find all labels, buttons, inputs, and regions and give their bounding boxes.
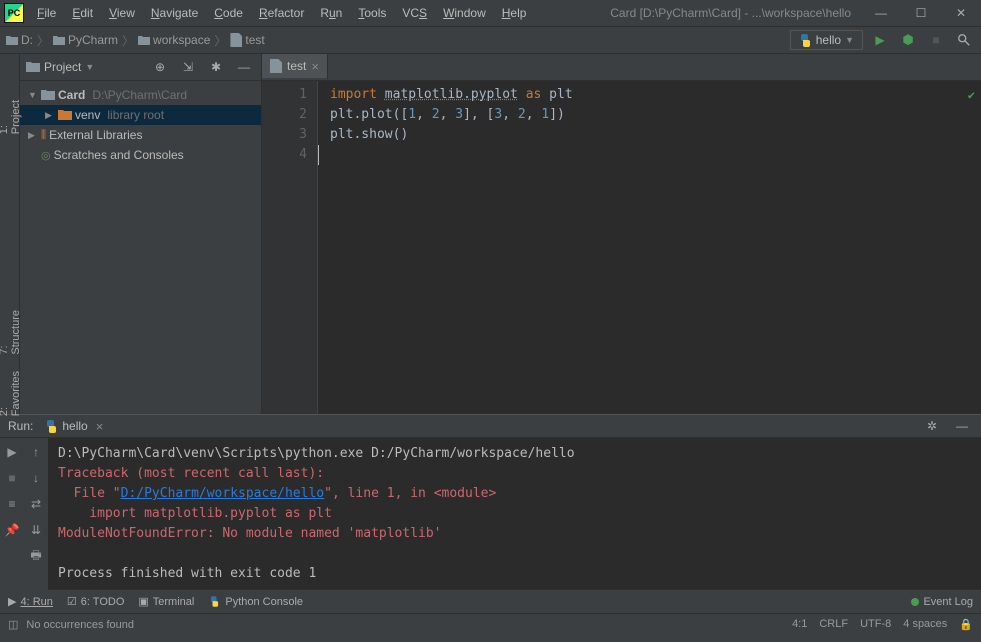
breadcrumb-item[interactable]: PyCharm: [53, 33, 118, 47]
left-tool-gutter: 1: Project 7: Structure 2: Favorites: [0, 54, 20, 414]
debug-button[interactable]: ⬢: [897, 29, 919, 51]
pin-button[interactable]: 📌: [2, 520, 22, 540]
console-output[interactable]: D:\PyCharm\Card\venv\Scripts\python.exe …: [48, 438, 981, 590]
gutter-tab-project[interactable]: 1: Project: [0, 94, 24, 140]
run-button[interactable]: ▶: [869, 29, 891, 51]
up-button[interactable]: ↑: [26, 442, 46, 462]
tool-todo[interactable]: ☑ 6: TODO: [67, 595, 124, 608]
run-header: Run: hello × ✲ —: [0, 415, 981, 438]
file-icon: [230, 33, 242, 47]
line-gutter: 1 2 3 4: [262, 81, 318, 414]
tree-venv[interactable]: ▶ venv library root: [20, 105, 261, 125]
menu-vcs[interactable]: VCS: [395, 2, 434, 24]
breadcrumb-item[interactable]: D:: [6, 33, 33, 47]
text-cursor: [318, 145, 319, 165]
python-icon: [210, 596, 220, 606]
menu-tools[interactable]: Tools: [351, 2, 393, 24]
settings-icon[interactable]: ✱: [205, 56, 227, 78]
layout-button[interactable]: ≡: [2, 494, 22, 514]
editor-tabs: test ×: [262, 54, 981, 81]
menu-bar: File Edit View Navigate Code Refactor Ru…: [30, 2, 600, 24]
library-icon: ⫼: [41, 129, 46, 142]
collapse-icon[interactable]: ⇲: [177, 56, 199, 78]
gear-icon[interactable]: ✲: [921, 415, 943, 437]
hide-panel-icon[interactable]: —: [233, 56, 255, 78]
run-body: ▶ ■ ≡ 📌 ↑ ↓ ⇄ ⇊ 🖶 D:\PyCharm\Card\venv\S…: [0, 438, 981, 590]
stop-button[interactable]: ■: [2, 468, 22, 488]
locate-icon[interactable]: ⊕: [149, 56, 171, 78]
file-encoding[interactable]: UTF-8: [860, 618, 891, 631]
close-button[interactable]: ✕: [941, 0, 981, 27]
stop-button[interactable]: ■: [925, 29, 947, 51]
rerun-button[interactable]: ▶: [2, 442, 22, 462]
tab-label: test: [287, 59, 306, 73]
run-tab[interactable]: hello ×: [39, 417, 109, 436]
notification-badge: [911, 598, 919, 606]
editor-area: test × 1 2 3 4 import matplotlib.pyplot …: [262, 54, 981, 414]
project-panel-header: Project ▼ ⊕ ⇲ ✱ —: [20, 54, 261, 81]
editor-tab-test[interactable]: test ×: [262, 54, 328, 80]
status-bar: ◫ No occurrences found 4:1 CRLF UTF-8 4 …: [0, 613, 981, 635]
status-message: No occurrences found: [26, 619, 792, 631]
indent-setting[interactable]: 4 spaces: [903, 618, 947, 631]
run-toolbar-left: ▶ ■ ≡ 📌: [0, 438, 24, 590]
minimize-button[interactable]: —: [861, 0, 901, 27]
run-tool-window: Run: hello × ✲ — ▶ ■ ≡ 📌 ↑ ↓ ⇄ ⇊ 🖶 D:\Py…: [0, 414, 981, 589]
tree-scratches[interactable]: ▶ ◎ Scratches and Consoles: [20, 145, 261, 165]
project-tree: ▼ Card D:\PyCharm\Card ▶ venv library ro…: [20, 81, 261, 169]
window-controls: — ☐ ✕: [861, 0, 981, 27]
search-everywhere-button[interactable]: [953, 29, 975, 51]
menu-navigate[interactable]: Navigate: [144, 2, 205, 24]
title-bar: PC File Edit View Navigate Code Refactor…: [0, 0, 981, 27]
tree-external-libraries[interactable]: ▶ ⫼ External Libraries: [20, 125, 261, 145]
window-title: Card [D:\PyCharm\Card] - ...\workspace\h…: [600, 6, 861, 20]
tool-python-console[interactable]: Python Console: [208, 595, 303, 608]
tab-close-icon[interactable]: ×: [311, 59, 319, 74]
down-button[interactable]: ↓: [26, 468, 46, 488]
python-icon: [45, 420, 58, 433]
tool-windows-button[interactable]: ◫: [8, 618, 18, 631]
python-icon: [799, 34, 812, 47]
menu-run[interactable]: Run: [313, 2, 349, 24]
file-icon: [270, 59, 282, 73]
project-panel-title[interactable]: Project ▼: [26, 60, 143, 74]
scratch-icon: ◎: [41, 149, 51, 162]
code-text[interactable]: import matplotlib.pyplot as plt plt.plot…: [318, 81, 981, 414]
app-logo: PC: [4, 3, 24, 23]
gutter-tab-structure[interactable]: 7: Structure: [0, 304, 24, 361]
breadcrumb: D: 〉 PyCharm 〉 workspace 〉 test: [6, 32, 790, 49]
line-separator[interactable]: CRLF: [819, 618, 848, 631]
menu-window[interactable]: Window: [436, 2, 493, 24]
tab-close-icon[interactable]: ×: [96, 419, 104, 434]
run-config-selector[interactable]: hello ▼: [790, 30, 863, 50]
breadcrumb-item[interactable]: workspace: [138, 33, 210, 47]
hide-icon[interactable]: —: [951, 415, 973, 437]
print-button[interactable]: 🖶: [26, 546, 46, 566]
menu-edit[interactable]: Edit: [65, 2, 100, 24]
event-log[interactable]: Event Log: [911, 596, 973, 608]
tree-root[interactable]: ▼ Card D:\PyCharm\Card: [20, 85, 261, 105]
navigation-bar: D: 〉 PyCharm 〉 workspace 〉 test hello ▼ …: [0, 27, 981, 54]
lock-icon[interactable]: 🔒: [959, 618, 973, 631]
inspection-ok-icon[interactable]: ✔: [968, 85, 975, 105]
scroll-button[interactable]: ⇊: [26, 520, 46, 540]
tool-run[interactable]: ▶ 4: Run: [8, 595, 53, 608]
tool-terminal[interactable]: ▣ Terminal: [138, 595, 194, 608]
run-toolbar-console: ↑ ↓ ⇄ ⇊ 🖶: [24, 438, 48, 590]
menu-view[interactable]: View: [102, 2, 142, 24]
wrap-button[interactable]: ⇄: [26, 494, 46, 514]
main-area: 1: Project 7: Structure 2: Favorites Pro…: [0, 54, 981, 414]
maximize-button[interactable]: ☐: [901, 0, 941, 27]
bottom-tool-bar: ▶ 4: Run ☑ 6: TODO ▣ Terminal Python Con…: [0, 589, 981, 613]
code-editor[interactable]: 1 2 3 4 import matplotlib.pyplot as plt …: [262, 81, 981, 414]
menu-code[interactable]: Code: [207, 2, 250, 24]
menu-refactor[interactable]: Refactor: [252, 2, 311, 24]
gutter-tab-favorites[interactable]: 2: Favorites: [0, 365, 24, 422]
caret-position[interactable]: 4:1: [792, 618, 807, 631]
project-panel: Project ▼ ⊕ ⇲ ✱ — ▼ Card D:\PyCharm\Card…: [20, 54, 262, 414]
menu-help[interactable]: Help: [495, 2, 534, 24]
menu-file[interactable]: File: [30, 2, 63, 24]
breadcrumb-item[interactable]: test: [230, 33, 264, 47]
file-link[interactable]: D:/PyCharm/workspace/hello: [121, 486, 325, 501]
